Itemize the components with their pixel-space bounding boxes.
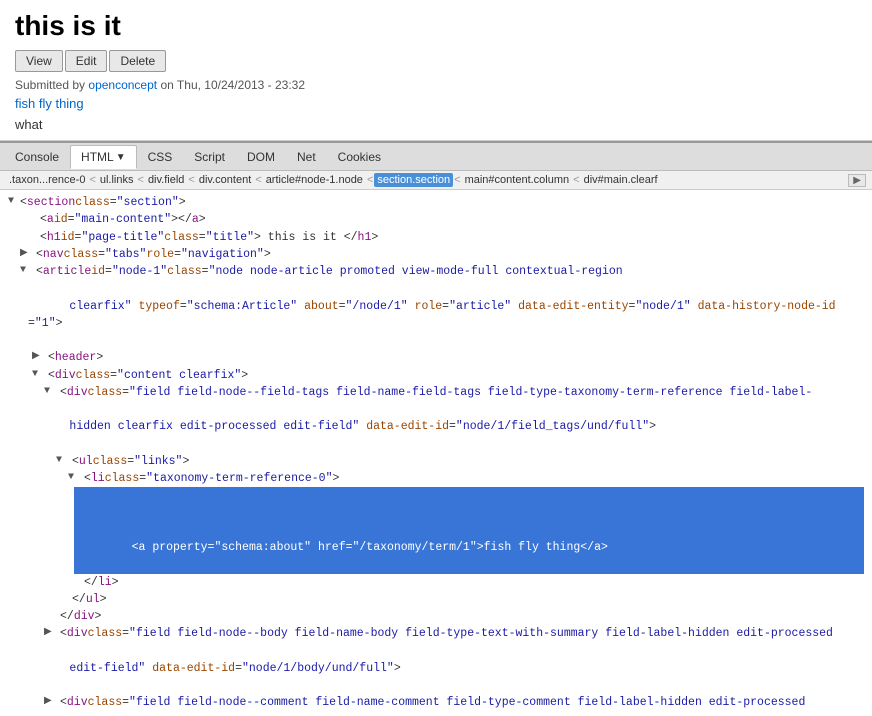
tab-script[interactable]: Script	[183, 145, 236, 169]
breadcrumb-item-2[interactable]: div.field	[145, 173, 187, 187]
tab-css[interactable]: CSS	[137, 145, 184, 169]
source-line-4: <nav class="tabs" role="navigation">	[8, 246, 864, 263]
what-text: what	[15, 117, 857, 132]
page-title: this is it	[15, 10, 857, 42]
source-line-9: <ul class="links">	[8, 453, 864, 470]
breadcrumb-item-5[interactable]: section.section	[374, 173, 453, 187]
toggle-nav[interactable]	[20, 246, 32, 261]
breadcrumb-item-1[interactable]: ul.links	[97, 173, 137, 187]
tab-net[interactable]: Net	[286, 145, 327, 169]
source-line-7: <div class="content clearfix">	[8, 367, 864, 384]
breadcrumb-item-3[interactable]: div.content	[196, 173, 254, 187]
source-line-8b: hidden clearfix edit-processed edit-fiel…	[8, 401, 864, 453]
breadcrumb-right-arrow[interactable]: ▶	[848, 174, 866, 187]
devtools-panel: Console HTML ▼ CSS Script DOM Net Cookie…	[0, 141, 872, 716]
source-line-3: <h1 id="page-title" class="title"> this …	[8, 229, 864, 246]
toggle-div-comment[interactable]	[44, 694, 56, 709]
source-line-15b: edit-field" data-edit-id="node/1/body/un…	[8, 643, 864, 695]
view-button[interactable]: View	[15, 50, 63, 72]
source-line-8: <div class="field field-node--field-tags…	[8, 384, 864, 401]
tab-console[interactable]: Console	[4, 145, 70, 169]
tab-html[interactable]: HTML ▼	[70, 145, 137, 169]
toggle-div-content[interactable]	[32, 367, 44, 382]
source-line-14: </div>	[8, 608, 864, 625]
html-source-panel: <section class="section"> <a id="main-co…	[0, 190, 872, 716]
page-content: this is it View Edit Delete Submitted by…	[0, 0, 872, 141]
source-line-10: <li class="taxonomy-term-reference-0">	[8, 470, 864, 487]
delete-button[interactable]: Delete	[109, 50, 166, 72]
toggle-section[interactable]	[8, 194, 20, 209]
action-buttons: View Edit Delete	[15, 50, 857, 72]
tab-cookies[interactable]: Cookies	[327, 145, 392, 169]
source-line-5b: clearfix" typeof="schema:Article" about=…	[8, 280, 864, 349]
breadcrumb-bar: .taxon...rence-0 < ul.links < div.field …	[0, 171, 872, 190]
tag-link[interactable]: fish fly thing	[15, 96, 84, 111]
html-dropdown-icon[interactable]: ▼	[116, 152, 126, 163]
tab-dom[interactable]: DOM	[236, 145, 286, 169]
devtools-tab-bar: Console HTML ▼ CSS Script DOM Net Cookie…	[0, 143, 872, 171]
breadcrumb-item-6[interactable]: main#content.column	[462, 173, 573, 187]
source-line-16: <div class="field field-node--comment fi…	[8, 694, 864, 711]
source-line-1: <section class="section">	[8, 194, 864, 211]
source-line-5: <article id="node-1" class="node node-ar…	[8, 263, 864, 280]
source-line-12: </li>	[8, 574, 864, 591]
edit-button[interactable]: Edit	[65, 50, 108, 72]
source-line-11[interactable]: <a property="schema:about" href="/taxono…	[8, 487, 864, 573]
toggle-ul-links[interactable]	[56, 453, 68, 468]
submitted-info: Submitted by openconcept on Thu, 10/24/2…	[15, 78, 857, 92]
toggle-header[interactable]	[32, 349, 44, 364]
toggle-div-field-tags[interactable]	[44, 384, 56, 399]
source-line-2: <a id="main-content"></a>	[8, 211, 864, 228]
breadcrumb-item-7[interactable]: div#main.clearf	[581, 173, 661, 187]
source-line-13: </ul>	[8, 591, 864, 608]
toggle-article[interactable]	[20, 263, 32, 278]
source-line-15: <div class="field field-node--body field…	[8, 625, 864, 642]
author-link[interactable]: openconcept	[88, 78, 157, 92]
source-line-6: <header>	[8, 349, 864, 366]
breadcrumb-item-0[interactable]: .taxon...rence-0	[6, 173, 88, 187]
toggle-li-tax[interactable]	[68, 470, 80, 485]
toggle-div-body[interactable]	[44, 625, 56, 640]
breadcrumb-item-4[interactable]: article#node-1.node	[263, 173, 366, 187]
